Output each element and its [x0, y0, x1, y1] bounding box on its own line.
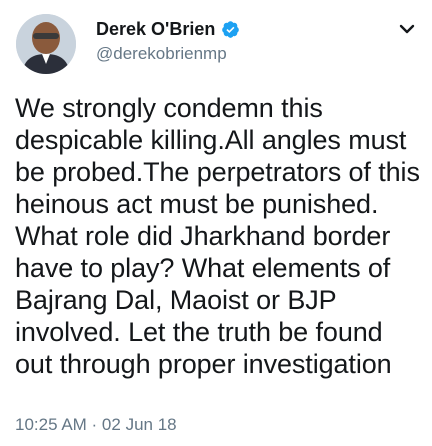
- verified-badge-icon: [221, 20, 240, 39]
- tweet-timestamp[interactable]: 10:25 AM · 02 Jun 18: [15, 414, 177, 436]
- tweet-text: We strongly condemn this despicable kill…: [15, 93, 420, 379]
- chevron-down-icon[interactable]: [398, 22, 416, 36]
- author-display-name[interactable]: Derek O'Brien: [96, 18, 215, 40]
- author-name-row: Derek O'Brien: [96, 18, 240, 40]
- author-handle[interactable]: @derekobrienmp: [96, 43, 227, 65]
- avatar[interactable]: [16, 14, 76, 74]
- tweet-card: Derek O'Brien @derekobrienmp We strongly…: [0, 0, 432, 446]
